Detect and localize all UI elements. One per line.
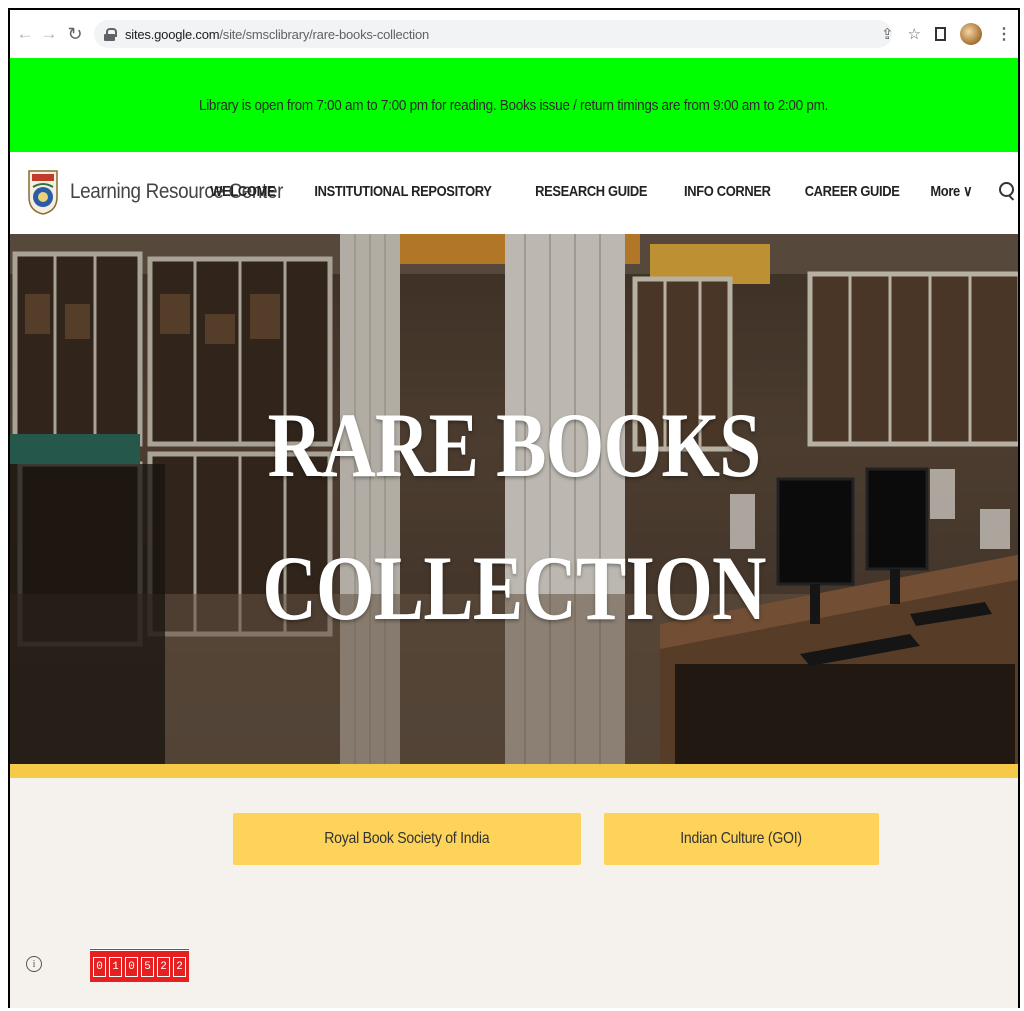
nav-research-guide[interactable]: RESEARCH GUIDE	[535, 183, 647, 200]
hero-banner: RARE BOOKS COLLECTION	[10, 234, 1018, 764]
lock-icon[interactable]	[104, 27, 117, 41]
content-section: Royal Book Society of India Indian Cultu…	[10, 778, 1018, 1008]
url-text[interactable]: sites.google.com/site/smsclibrary/rare-b…	[125, 27, 429, 42]
counter-digit: 2	[173, 956, 186, 977]
hero-title-line1: RARE BOOKS	[267, 394, 762, 496]
indian-culture-label: Indian Culture (GOI)	[680, 830, 803, 847]
hero-title-line2: COLLECTION	[262, 536, 766, 639]
bookmark-star-icon[interactable]: ☆	[908, 25, 921, 43]
forward-arrow-icon[interactable]: →	[38, 23, 60, 45]
back-arrow-icon[interactable]: ←	[14, 23, 36, 45]
site-header: Learning Resource Center WELCOME INSTITU…	[10, 152, 1018, 234]
counter-digit: 2	[157, 956, 170, 977]
search-icon[interactable]	[998, 182, 1016, 200]
nav-welcome[interactable]: WELCOME	[210, 183, 275, 200]
hero-title: RARE BOOKS COLLECTION	[10, 374, 1018, 659]
nav-institutional-repository[interactable]: INSTITUTIONAL REPOSITORY	[315, 183, 492, 200]
nav-info-corner[interactable]: INFO CORNER	[684, 183, 771, 200]
address-bar[interactable]: sites.google.com/site/smsclibrary/rare-b…	[94, 20, 892, 48]
nav-more[interactable]: More ∨	[931, 182, 973, 200]
nav-career-guide[interactable]: CAREER GUIDE	[805, 183, 900, 200]
side-panel-icon[interactable]	[935, 27, 946, 41]
announcement-banner: Library is open from 7:00 am to 7:00 pm …	[10, 58, 1018, 152]
browser-toolbar: ← → ↻ sites.google.com/site/smsclibrary/…	[10, 10, 1018, 58]
counter-digit: 1	[109, 956, 122, 977]
counter-digit: 0	[125, 956, 138, 977]
url-host: sites.google.com	[125, 26, 220, 42]
main-nav: WELCOME INSTITUTIONAL REPOSITORY RESEARC…	[205, 182, 1018, 200]
indian-culture-button[interactable]: Indian Culture (GOI)	[604, 813, 879, 865]
counter-digit: 5	[141, 956, 154, 977]
library-logo-icon[interactable]	[26, 167, 60, 215]
counter-digit: 0	[93, 956, 106, 977]
royal-book-society-button[interactable]: Royal Book Society of India	[233, 813, 581, 865]
profile-avatar-icon[interactable]	[960, 23, 982, 45]
visitor-counter: 0 1 0 5 2 2	[90, 948, 189, 982]
browser-window: ← → ↻ sites.google.com/site/smsclibrary/…	[8, 8, 1020, 1008]
royal-book-society-label: Royal Book Society of India	[324, 830, 490, 847]
accent-strip	[10, 764, 1018, 778]
info-icon[interactable]: i	[26, 956, 42, 972]
share-icon[interactable]: ⇪	[881, 25, 894, 43]
url-path: /site/smsclibrary/rare-books-collection	[219, 26, 430, 42]
menu-dots-icon[interactable]: ⋮	[996, 24, 1012, 44]
announcement-text: Library is open from 7:00 am to 7:00 pm …	[199, 96, 829, 114]
browser-actions: ⇪ ☆ ⋮	[881, 20, 1018, 48]
reload-icon[interactable]: ↻	[64, 23, 86, 45]
